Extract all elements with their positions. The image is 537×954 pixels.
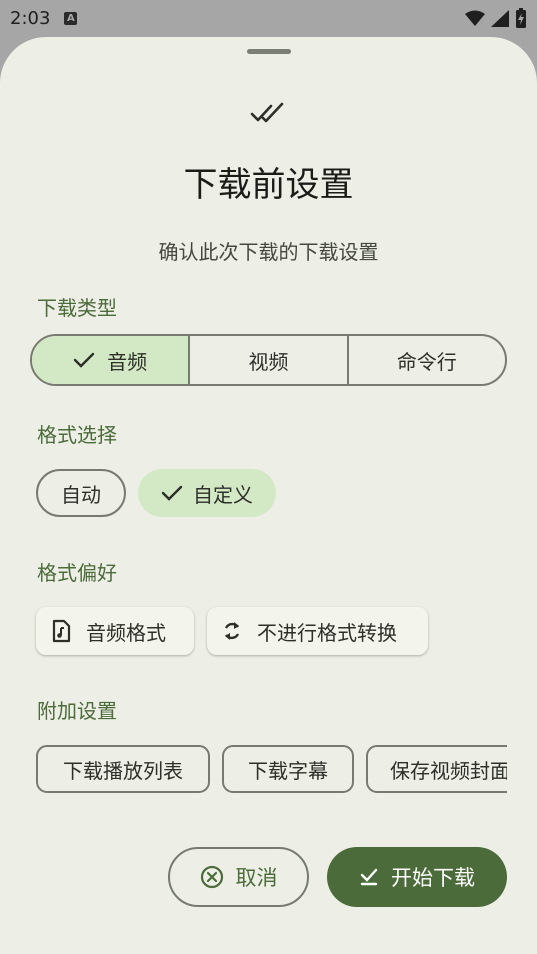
segment-audio[interactable]: 音频 — [32, 336, 191, 384]
cancel-button[interactable]: 取消 — [168, 847, 309, 907]
no-convert-chip[interactable]: 不进行格式转换 — [207, 607, 428, 655]
extra-settings-label: 附加设置 — [37, 699, 117, 723]
download-done-icon — [360, 868, 378, 886]
cancel-circle-icon — [200, 865, 223, 889]
no-convert-chip-label: 不进行格式转换 — [257, 620, 397, 645]
download-type-segmented-button: 音频 视频 命令行 — [30, 334, 507, 386]
chip-custom[interactable]: 自定义 — [138, 469, 276, 517]
download-playlist-chip-label: 下载播放列表 — [63, 758, 183, 783]
done-all-icon — [250, 102, 284, 123]
bottom-sheet-dialog: 下载前设置 确认此次下载的下载设置 下载类型 音频 视频 命令行 格式选择 自动… — [0, 37, 537, 954]
dialog-subtitle: 确认此次下载的下载设置 — [158, 240, 379, 264]
segment-command[interactable]: 命令行 — [349, 336, 505, 384]
notification-a-icon: A — [64, 11, 78, 25]
chip-auto-label: 自动 — [61, 482, 101, 507]
audio-format-chip-label: 音频格式 — [86, 620, 166, 645]
cancel-button-label: 取消 — [235, 866, 278, 890]
save-thumbnail-chip-label: 保存视频封面 — [390, 758, 507, 783]
check-icon — [161, 485, 183, 501]
audio-format-chip[interactable]: 音频格式 — [36, 607, 194, 655]
segment-video[interactable]: 视频 — [190, 336, 349, 384]
start-download-button[interactable]: 开始下载 — [327, 847, 507, 907]
wifi-icon — [465, 10, 485, 26]
download-subtitles-chip-label: 下载字幕 — [248, 758, 328, 783]
format-pref-label: 格式偏好 — [37, 561, 117, 585]
segment-command-label: 命令行 — [396, 349, 457, 374]
format-select-label: 格式选择 — [37, 423, 117, 447]
status-time: 2:03 — [10, 7, 51, 29]
segment-video-label: 视频 — [248, 349, 289, 374]
download-type-label: 下载类型 — [37, 296, 117, 320]
save-thumbnail-chip[interactable]: 保存视频封面 — [366, 745, 507, 793]
segment-audio-label: 音频 — [107, 349, 148, 374]
chip-custom-label: 自定义 — [193, 482, 253, 507]
sync-icon — [224, 622, 240, 640]
check-icon — [73, 352, 95, 368]
download-playlist-chip[interactable]: 下载播放列表 — [36, 745, 210, 793]
battery-charging-icon — [516, 8, 526, 28]
status-bar: 2:03 A — [0, 0, 537, 36]
signal-icon — [491, 9, 509, 27]
audio-file-icon — [52, 619, 71, 643]
dialog-title: 下载前设置 — [183, 165, 354, 205]
chip-auto[interactable]: 自动 — [36, 469, 126, 517]
extra-settings-chip-row[interactable]: 下载播放列表 下载字幕 保存视频封面 — [36, 744, 507, 794]
drag-handle[interactable] — [247, 49, 291, 54]
start-download-button-label: 开始下载 — [391, 866, 475, 890]
download-subtitles-chip[interactable]: 下载字幕 — [222, 745, 354, 793]
